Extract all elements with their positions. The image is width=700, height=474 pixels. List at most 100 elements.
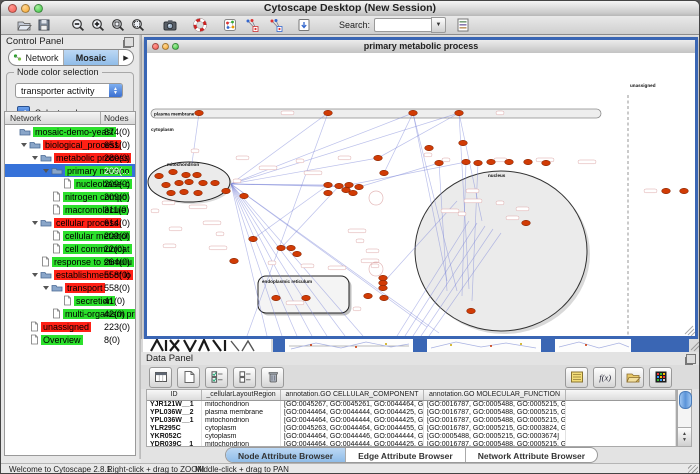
network-tree-row[interactable]: mosaic-demo-yeast874(0) xyxy=(5,125,135,138)
network-node[interactable] xyxy=(455,110,464,115)
network-node[interactable] xyxy=(175,180,184,185)
network-node[interactable] xyxy=(379,275,388,280)
network-node[interactable] xyxy=(459,140,468,145)
network-tree-row[interactable]: establishment of lo558(0) xyxy=(5,268,135,281)
tab-network[interactable]: Network xyxy=(9,50,64,65)
column-header[interactable]: _cellularLayoutRegion xyxy=(202,390,281,400)
network-node[interactable] xyxy=(199,180,208,185)
import-network-button[interactable] xyxy=(295,17,313,34)
network-node[interactable] xyxy=(379,280,388,285)
network-tree-row[interactable]: biological_process651(0) xyxy=(5,138,135,151)
annotation-edit-button[interactable] xyxy=(267,17,285,34)
network-node[interactable] xyxy=(249,236,258,241)
snapshot-button[interactable] xyxy=(161,17,179,34)
column-header[interactable]: annotation.GO MOLECULAR_FUNCTION xyxy=(424,390,566,400)
network-node[interactable] xyxy=(324,190,333,195)
network-node[interactable] xyxy=(680,188,689,193)
expander-icon[interactable] xyxy=(32,221,38,225)
network-node[interactable] xyxy=(195,110,204,115)
network-node[interactable] xyxy=(379,285,388,290)
network-node[interactable] xyxy=(462,159,471,164)
float-panel-icon[interactable] xyxy=(124,37,134,47)
tab-mosaic[interactable]: Mosaic xyxy=(64,50,119,65)
expander-icon[interactable] xyxy=(32,273,38,277)
network-node[interactable] xyxy=(505,159,514,164)
delete-attribute-button[interactable] xyxy=(261,367,284,388)
network-node[interactable] xyxy=(487,159,496,164)
network-node[interactable] xyxy=(374,155,383,160)
new-attribute-button[interactable] xyxy=(177,367,200,388)
network-node[interactable] xyxy=(324,182,333,187)
network-node[interactable] xyxy=(542,160,551,165)
network-node[interactable] xyxy=(474,160,483,165)
scrollbar-thumb[interactable] xyxy=(679,391,692,409)
network-node[interactable] xyxy=(435,160,444,165)
tab-network-attribute-browser[interactable]: Network Attribute Browser xyxy=(466,448,597,462)
network-node[interactable] xyxy=(524,159,533,164)
network-node[interactable] xyxy=(293,251,302,256)
network-tree-row[interactable]: metabolic process280(0) xyxy=(5,151,135,164)
network-node[interactable] xyxy=(185,179,194,184)
annotation-palette-button[interactable] xyxy=(243,17,261,34)
network-node[interactable] xyxy=(349,190,358,195)
zoom-out-button[interactable] xyxy=(69,17,87,34)
unselect-attributes-button[interactable] xyxy=(233,367,256,388)
network-tree-row[interactable]: macromolecule311(0) xyxy=(5,203,135,216)
table-row[interactable]: YPL036W__2plasma membrane[GO:0044464, GO… xyxy=(147,409,676,417)
matrix-button[interactable] xyxy=(649,367,672,388)
network-node[interactable] xyxy=(380,295,389,300)
network-tree-row[interactable]: cell communicat22(0) xyxy=(5,242,135,255)
network-edge[interactable] xyxy=(349,162,466,185)
open-button[interactable] xyxy=(15,17,33,34)
network-tree-row[interactable]: nitrogen compo209(0) xyxy=(5,190,135,203)
column-header[interactable] xyxy=(566,390,676,400)
search-input[interactable] xyxy=(374,18,431,32)
network-node[interactable] xyxy=(230,258,239,263)
network-edge[interactable] xyxy=(231,158,378,184)
save-button[interactable] xyxy=(35,17,53,34)
network-node[interactable] xyxy=(211,180,220,185)
network-node[interactable] xyxy=(425,145,434,150)
network-tree-row[interactable]: multi-organism pro42(0) xyxy=(5,307,135,320)
attribute-list-button[interactable] xyxy=(565,367,588,388)
tab-overflow-arrow-icon[interactable]: ▶ xyxy=(119,50,133,65)
network-node[interactable] xyxy=(222,188,231,193)
network-tree-row[interactable]: primary metabo209(... xyxy=(5,164,135,177)
network-window-titlebar[interactable]: primary metabolic process xyxy=(147,40,695,54)
node-color-dropdown[interactable]: transporter activity ▲▼ xyxy=(15,83,123,98)
network-tree-row[interactable]: secretion41(0) xyxy=(5,294,135,307)
network-node[interactable] xyxy=(467,308,476,313)
network-node[interactable] xyxy=(182,172,191,177)
network-node[interactable] xyxy=(335,183,344,188)
network-node[interactable] xyxy=(324,110,333,115)
network-tree-row[interactable]: cellular metabol209(0) xyxy=(5,229,135,242)
network-node[interactable] xyxy=(277,245,286,250)
network-tree-row[interactable]: transport558(0) xyxy=(5,281,135,294)
float-data-panel-icon[interactable] xyxy=(686,354,696,364)
vizmapper-button[interactable] xyxy=(454,17,472,34)
network-node[interactable] xyxy=(169,169,178,174)
network-node[interactable] xyxy=(522,220,531,225)
network-node[interactable] xyxy=(345,182,354,187)
network-tree-row[interactable]: unassigned223(0) xyxy=(5,320,135,333)
network-node[interactable] xyxy=(180,189,189,194)
expander-icon[interactable] xyxy=(43,169,49,173)
import-attribute-button[interactable] xyxy=(621,367,644,388)
network-tree-row[interactable]: nucleobase-c209(0) xyxy=(5,177,135,190)
tab-edge-attribute-browser[interactable]: Edge Attribute Browser xyxy=(346,448,466,462)
window-resize-grip[interactable] xyxy=(688,465,698,474)
network-edge[interactable] xyxy=(192,113,199,163)
column-header[interactable]: ID xyxy=(147,390,202,400)
table-row[interactable]: YLR295Ccytoplasm[GO:0045263, GO:0044464,… xyxy=(147,425,676,433)
table-row[interactable]: YJR121W__1mitochondrion[GO:0045267, GO:0… xyxy=(147,401,676,409)
tab-node-attribute-browser[interactable]: Node Attribute Browser xyxy=(226,448,346,462)
network-tree-row[interactable]: Overview8(0) xyxy=(5,333,135,346)
network-node[interactable] xyxy=(409,110,418,115)
attribute-panel-button[interactable] xyxy=(149,367,172,388)
scrollbar-arrows[interactable]: ▲▼ xyxy=(678,427,691,446)
expander-icon[interactable] xyxy=(32,156,38,160)
network-node[interactable] xyxy=(162,182,171,187)
select-attributes-button[interactable] xyxy=(205,367,228,388)
network-node[interactable] xyxy=(272,295,281,300)
search-dropdown-arrow-icon[interactable]: ▼ xyxy=(431,17,446,33)
